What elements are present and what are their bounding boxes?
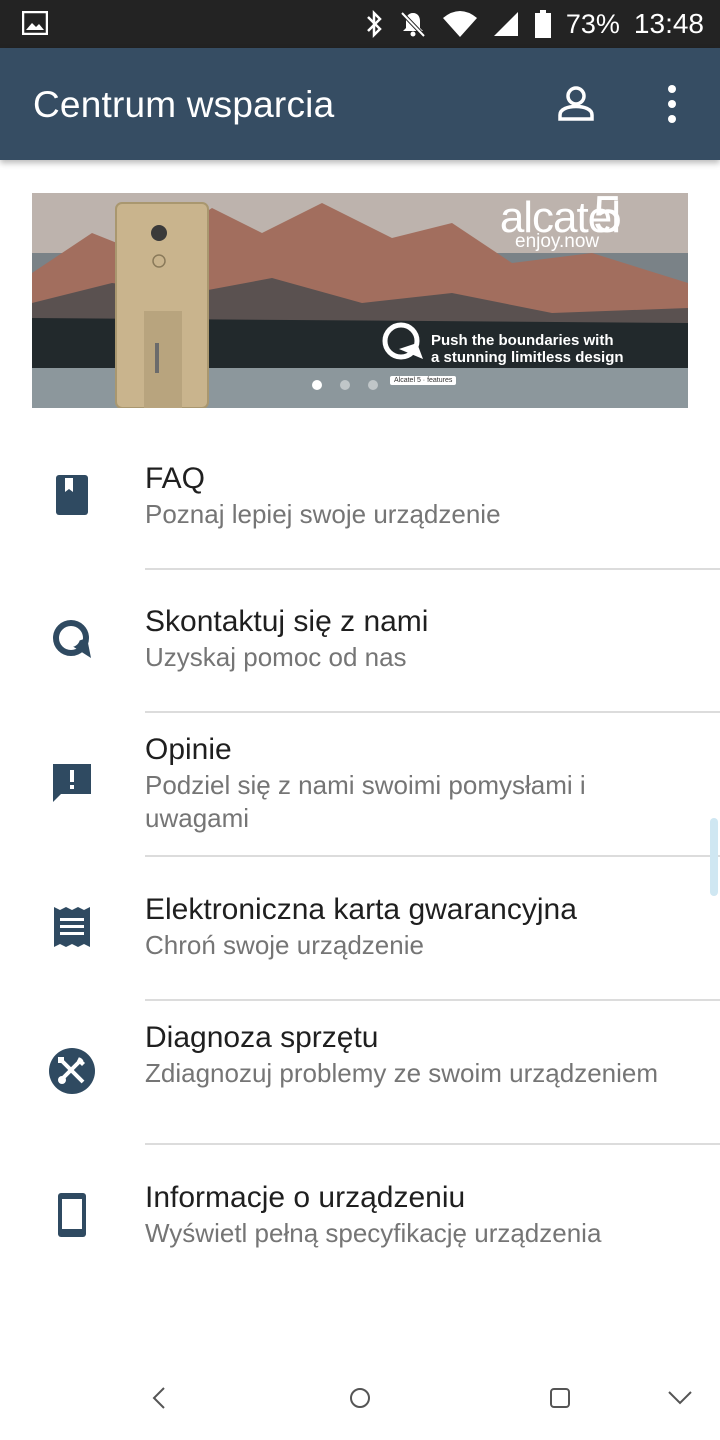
menu-item-subtitle: Zdiagnozuj problemy ze swoim urządzeniem: [145, 1058, 659, 1088]
menu-item-feedback[interactable]: Opinie Podziel się z nami swoimi pomysła…: [0, 713, 720, 857]
banner-promo-line1: Push the boundaries with: [431, 332, 614, 349]
menu-item-title: Skontaktuj się z nami: [145, 605, 429, 638]
menu-item-title: Elektroniczna karta gwarancyjna: [145, 893, 577, 926]
signal-icon: [492, 10, 520, 38]
menu-item-contact[interactable]: Skontaktuj się z nami Uzyskaj pomoc od n…: [0, 569, 720, 713]
banner-chip: Alcatel 5 · features: [390, 376, 457, 385]
recents-icon[interactable]: [542, 1380, 578, 1416]
menu-item-title: Informacje o urządzeniu: [145, 1181, 466, 1214]
menu-item-title: FAQ: [145, 462, 206, 495]
notifications-off-icon: [398, 9, 428, 39]
scrollbar[interactable]: [710, 818, 718, 896]
back-icon[interactable]: [142, 1380, 178, 1416]
menu-item-title: Opinie: [145, 733, 232, 766]
banner-promo: Push the boundaries with a stunning limi…: [431, 332, 624, 366]
carousel-dot[interactable]: [312, 380, 322, 390]
menu-item-subtitle: Uzyskaj pomoc od nas: [145, 642, 407, 672]
book-icon: [48, 471, 96, 519]
carousel-dot[interactable]: [340, 380, 350, 390]
feedback-icon: [48, 759, 96, 807]
page-title: Centrum wsparcia: [33, 84, 335, 125]
battery-icon: [534, 9, 552, 39]
home-icon[interactable]: [342, 1380, 378, 1416]
banner-promo-line2: a stunning limitless design: [431, 349, 624, 366]
status-bar: 73% 13:48: [0, 0, 720, 48]
bluetooth-icon: [364, 9, 384, 39]
image-icon: [21, 10, 49, 40]
carousel-dot[interactable]: [368, 380, 378, 390]
battery-percent: 73%: [565, 8, 620, 39]
clock: 13:48: [633, 8, 704, 39]
banner-tagline: enjoy.now: [515, 231, 600, 252]
menu-item-subtitle: Podziel się z nami swoimi pomysłami i uw…: [145, 770, 586, 833]
carousel-indicator: [312, 380, 378, 390]
menu-item-warranty[interactable]: Elektroniczna karta gwarancyjna Chroń sw…: [0, 857, 720, 1001]
more-vert-icon[interactable]: [660, 82, 684, 126]
support-menu: FAQ Poznaj lepiej swoje urządzenie Skont…: [0, 426, 720, 1289]
promo-banner[interactable]: alcatel 5 enjoy.now Push the boundaries …: [32, 193, 688, 408]
account-icon[interactable]: [556, 84, 596, 124]
phone-icon: [48, 1191, 96, 1239]
receipt-icon: [48, 903, 96, 951]
hide-nav-icon[interactable]: [662, 1380, 698, 1416]
chat-q-icon: [48, 615, 96, 663]
wifi-icon: [442, 10, 478, 38]
alcatel-logo-icon: [379, 321, 427, 366]
menu-item-subtitle: Wyświetl pełną specyfikację urządzenia: [145, 1218, 602, 1248]
app-bar: Centrum wsparcia: [0, 48, 720, 160]
menu-item-subtitle: Poznaj lepiej swoje urządzenie: [145, 499, 501, 529]
navigation-bar: [0, 1352, 720, 1440]
menu-item-title: Diagnoza sprzętu: [145, 1021, 379, 1054]
menu-item-diagnostics[interactable]: Diagnoza sprzętu Zdiagnozuj problemy ze …: [0, 1001, 720, 1145]
menu-item-subtitle: Chroń swoje urządzenie: [145, 930, 424, 960]
tools-icon: [48, 1047, 96, 1095]
menu-item-device-info[interactable]: Informacje o urządzeniu Wyświetl pełną s…: [0, 1145, 720, 1289]
menu-item-faq[interactable]: FAQ Poznaj lepiej swoje urządzenie: [0, 426, 720, 570]
